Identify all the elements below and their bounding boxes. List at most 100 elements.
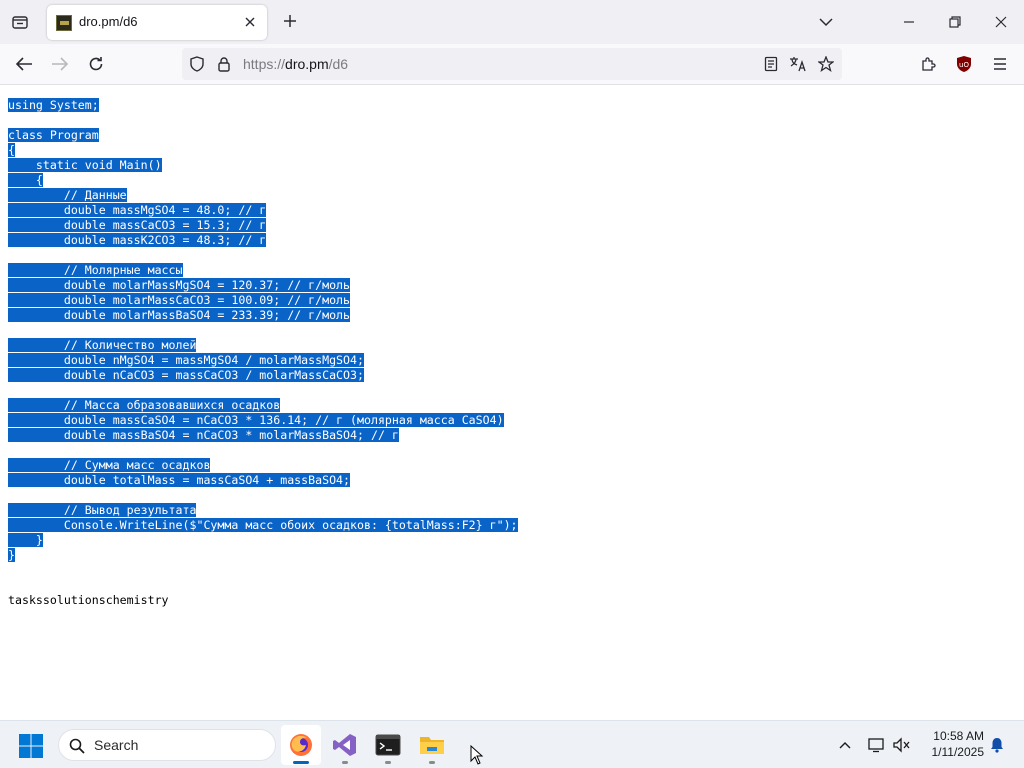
arrow-right-icon xyxy=(52,57,69,71)
reload-icon xyxy=(89,57,103,71)
navigation-toolbar: https://dro.pm/d6 uO xyxy=(0,44,1024,85)
code-line: double totalMass = massCaSO4 + massBaSO4… xyxy=(8,473,518,488)
forward-button[interactable] xyxy=(46,50,74,78)
code-line: } xyxy=(8,533,518,548)
page-content: using System; class Program{ static void … xyxy=(0,85,1024,720)
new-tab-button[interactable] xyxy=(278,9,302,33)
code-line-text: double nMgSO4 = massMgSO4 / molarMassMgS… xyxy=(8,353,364,367)
code-line-text: static void Main() xyxy=(8,158,162,172)
list-all-tabs-button[interactable] xyxy=(814,10,838,34)
code-line: double molarMassBaSO4 = 233.39; // г/мол… xyxy=(8,308,518,323)
hamburger-menu-icon xyxy=(994,58,1006,70)
extensions-button[interactable] xyxy=(914,50,942,78)
footer-tag-text: taskssolutionschemistry xyxy=(8,593,169,607)
tab-title: dro.pm/d6 xyxy=(79,14,138,29)
code-line: class Program xyxy=(8,128,518,143)
code-line: // Сумма масс осадков xyxy=(8,458,518,473)
taskbar-search-box[interactable]: Search xyxy=(58,729,276,761)
visual-studio-icon xyxy=(333,734,356,756)
taskbar-clock[interactable]: 10:58 AM 1/11/2025 xyxy=(912,728,985,760)
volume-tray-icon[interactable] xyxy=(891,734,913,756)
code-line-text: // Данные xyxy=(8,188,127,202)
taskbar-terminal[interactable] xyxy=(368,725,408,765)
code-line: { xyxy=(8,173,518,188)
start-button[interactable] xyxy=(18,733,44,759)
code-line-text: double massCaSO4 = nCaCO3 * 136.14; // г… xyxy=(8,413,504,427)
code-line: // Молярные массы xyxy=(8,263,518,278)
svg-text:uO: uO xyxy=(959,61,969,69)
ublock-shield-icon: uO xyxy=(957,56,971,72)
terminal-icon xyxy=(375,734,401,756)
url-host: dro.pm xyxy=(285,56,329,72)
minimize-icon xyxy=(904,21,914,23)
restore-button[interactable] xyxy=(932,0,978,44)
speaker-muted-icon xyxy=(893,737,910,753)
close-icon xyxy=(995,16,1007,28)
taskbar-firefox[interactable] xyxy=(281,725,321,765)
mouse-pointer-icon xyxy=(470,745,484,765)
tracking-protection-shield-icon[interactable] xyxy=(188,55,206,73)
taskbar-file-explorer[interactable] xyxy=(412,725,452,765)
code-line-text: double massMgSO4 = 48.0; // г xyxy=(8,203,267,217)
lock-icon[interactable] xyxy=(215,55,233,73)
url-path: /d6 xyxy=(328,56,349,72)
windows-taskbar: Search 10:58 AM 1/11/2025 xyxy=(0,720,1024,768)
clock-date: 1/11/2025 xyxy=(931,745,985,759)
browser-tab[interactable]: dro.pm/d6 xyxy=(47,5,267,40)
code-line: double nMgSO4 = massMgSO4 / molarMassMgS… xyxy=(8,353,518,368)
code-line-text: // Масса образовавшихся осадков xyxy=(8,398,281,412)
code-line-text: } xyxy=(8,548,15,562)
tab-list-button[interactable] xyxy=(6,8,34,36)
tab-close-button[interactable] xyxy=(241,13,259,31)
url-text[interactable]: https://dro.pm/d6 xyxy=(243,56,348,72)
active-indicator xyxy=(293,761,309,764)
code-block: using System; class Program{ static void … xyxy=(8,98,518,563)
address-bar[interactable]: https://dro.pm/d6 xyxy=(182,48,842,80)
back-button[interactable] xyxy=(10,50,38,78)
chevron-up-icon xyxy=(839,742,851,749)
tab-list-icon xyxy=(12,16,28,29)
code-line: // Количество молей xyxy=(8,338,518,353)
folder-icon xyxy=(420,737,444,754)
bookmark-star-icon[interactable] xyxy=(817,55,835,73)
code-line-text: double molarMassCaCO3 = 100.09; // г/мол… xyxy=(8,293,351,307)
code-line-text: // Вывод результата xyxy=(8,503,197,517)
minimize-button[interactable] xyxy=(886,0,932,44)
close-window-button[interactable] xyxy=(978,0,1024,44)
code-line-text: { xyxy=(8,143,15,157)
puzzle-icon xyxy=(922,57,936,71)
code-line: Console.WriteLine($"Сумма масс обоих оса… xyxy=(8,518,518,533)
network-tray-icon[interactable] xyxy=(866,734,888,756)
bell-icon xyxy=(991,738,1003,753)
plus-icon xyxy=(284,15,296,27)
code-line: static void Main() xyxy=(8,158,518,173)
taskbar-visual-studio[interactable] xyxy=(325,725,365,765)
notifications-button[interactable] xyxy=(986,734,1008,756)
code-line: double nCaCO3 = massCaCO3 / molarMassCaC… xyxy=(8,368,518,383)
code-line-text: double molarMassMgSO4 = 120.37; // г/мол… xyxy=(8,278,351,292)
code-line: } xyxy=(8,548,518,563)
network-icon xyxy=(868,738,884,753)
code-line-text: // Сумма масс осадков xyxy=(8,458,211,472)
app-menu-button[interactable] xyxy=(986,50,1014,78)
ublock-origin-button[interactable]: uO xyxy=(950,50,978,78)
code-line: double massK2CO3 = 48.3; // г xyxy=(8,233,518,248)
code-line-text: double massK2CO3 = 48.3; // г xyxy=(8,233,267,247)
translate-icon[interactable] xyxy=(789,55,807,73)
code-line-text: double totalMass = massCaSO4 + massBaSO4… xyxy=(8,473,351,487)
reader-view-icon[interactable] xyxy=(762,55,780,73)
code-line-text: // Молярные массы xyxy=(8,263,183,277)
code-line-text: // Количество молей xyxy=(8,338,197,352)
code-line-text: using System; xyxy=(8,98,99,112)
firefox-icon xyxy=(290,734,312,756)
code-line-text: } xyxy=(8,533,43,547)
code-line-text: class Program xyxy=(8,128,99,142)
reload-button[interactable] xyxy=(82,50,110,78)
show-hidden-icons-button[interactable] xyxy=(834,734,856,756)
tab-bar: dro.pm/d6 xyxy=(0,0,1024,44)
